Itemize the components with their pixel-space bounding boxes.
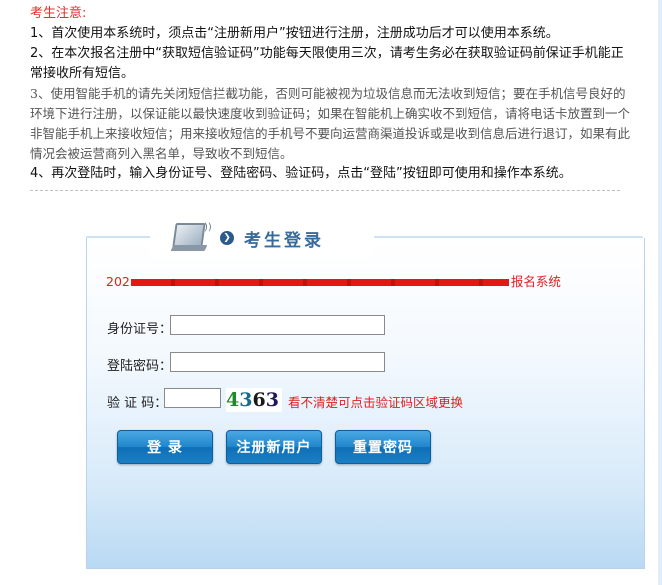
system-name: 202 报名系统 xyxy=(106,271,561,290)
captcha-char: 3 xyxy=(265,389,279,411)
system-suffix: 报名系统 xyxy=(510,274,561,289)
laptop-icon: )) xyxy=(170,220,214,256)
login-title: 考生登录 xyxy=(244,230,324,251)
notice-item-4: 4、再次登陆时，输入身份证号、登陆密码、验证码，点击“登陆”按钮即可使用和操作本… xyxy=(30,166,572,181)
login-header: )) ❯ 考生登录 xyxy=(150,218,374,258)
captcha-char: 4 xyxy=(226,389,240,411)
password-input[interactable] xyxy=(170,352,385,372)
system-year: 202 xyxy=(106,274,130,289)
id-number-label: 身份证号： xyxy=(107,322,173,337)
register-button[interactable]: 注册新用户 xyxy=(226,430,322,464)
captcha-char: 3 xyxy=(239,389,253,411)
reset-password-button[interactable]: 重置密码 xyxy=(335,430,431,464)
captcha-char: 6 xyxy=(252,389,266,411)
id-number-input[interactable] xyxy=(170,315,385,335)
password-label: 登陆密码： xyxy=(107,359,173,374)
captcha-refresh-link[interactable]: 看不清楚可点击验证码区域更换 xyxy=(288,392,463,411)
notice-item-3: 3、使用智能手机的请先关闭短信拦截功能，否则可能被视为垃圾信息而无法收到短信；要… xyxy=(30,86,631,161)
captcha-image[interactable]: 4363 xyxy=(226,388,282,412)
login-button[interactable]: 登 录 xyxy=(117,430,213,464)
page-edge xyxy=(658,0,662,585)
redaction-bar xyxy=(130,279,509,286)
notice-item-1: 1、首次使用本系统时，须点击“注册新用户”按钮进行注册，注册成功后才可以使用本系… xyxy=(30,26,559,41)
captcha-input[interactable] xyxy=(164,388,221,408)
notice-section: 考生注意: 1、首次使用本系统时，须点击“注册新用户”按钮进行注册，注册成功后才… xyxy=(30,4,630,184)
notice-title: 考生注意: xyxy=(30,6,87,21)
notice-item-2: 2、在本次报名注册中“获取短信验证码”功能每天限使用三次，请考生务必在获取验证码… xyxy=(30,46,624,81)
notice-divider xyxy=(30,190,620,191)
captcha-label: 验 证 码： xyxy=(107,396,168,411)
arrow-right-circle-icon: ❯ xyxy=(220,231,234,245)
